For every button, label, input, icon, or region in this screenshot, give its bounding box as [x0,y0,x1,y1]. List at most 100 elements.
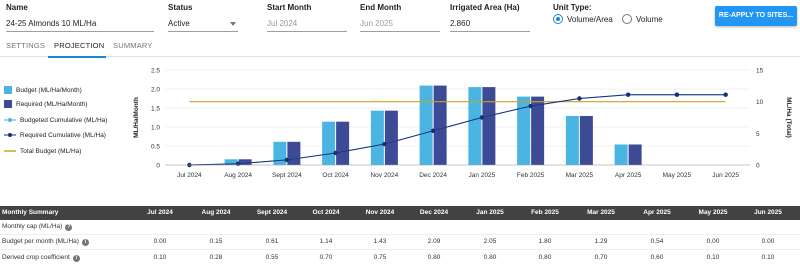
legend-item-total-budget[interactable]: Total Budget (ML/Ha) [4,147,81,155]
status-field[interactable]: Status Active [168,3,238,32]
table-cell: 1.29 [594,238,608,245]
projection-chart: 0 0.5 1.0 1.5 2.0 2.5 0 5 10 15 ML/Ha/Month ML/Ha (… [133,68,792,180]
table-header-row: Monthly Summary Jul 2024 Aug 2024 Sept 202… [0,206,800,220]
info-icon[interactable]: i [81,238,89,246]
column-header: Jan 2025 [476,209,504,216]
tab-projection[interactable]: PROJECTION [54,41,104,50]
name-field[interactable]: Name 24-25 Almonds 10 ML/Ha [6,3,154,32]
legend-item-required-cumulative[interactable]: Required Cumulative (ML/Ha) [4,131,106,139]
x-tick-label: Apr 2025 [615,172,642,179]
table-cell: 0.28 [209,254,223,261]
table-cell: 1.14 [319,238,333,245]
radio-unselected-icon [622,14,632,24]
column-header: Apr 2025 [643,209,671,216]
unit-type-field: Unit Type: [553,3,592,12]
table-cell: 0.75 [373,254,387,261]
bar-required [433,85,447,165]
table-cell: 0.54 [650,238,664,245]
required-cumulative-point [382,141,387,147]
y-tick-label: 2.0 [151,87,160,94]
column-header: Jun 2025 [754,209,782,216]
required-cumulative-point [479,115,485,120]
required-cumulative-point [625,92,631,97]
help-icon[interactable]: ? [65,223,73,231]
start-month-field[interactable]: Start Month Jul 2024 [267,3,347,32]
table-cell: 0.80 [483,254,497,261]
table-cell: 0.61 [265,238,279,245]
legend-label: Budgeted Cumulative (ML/Ha) [20,116,108,124]
reapply-to-sites-button[interactable]: RE-APPLY TO SITES... [715,6,797,26]
table-cell [741,220,795,234]
table-cell [407,220,461,234]
table-cell [630,220,684,234]
table-cell: 2.09 [427,238,441,245]
legend-line-swatch [4,133,16,137]
table-cell: 0.15 [209,238,223,245]
start-month-input[interactable]: Jul 2024 [267,17,347,32]
table-cell: 1.80 [538,238,552,245]
table-cell: 0.70 [319,254,333,261]
irrigated-area-label: Irrigated Area (Ha) [450,3,520,12]
table-cell: 0.80 [538,254,552,261]
tab-bar: SETTINGS PROJECTION SUMMARY [0,37,800,57]
table-cell: 0.55 [265,254,279,261]
unit-radio-volume[interactable]: Volume [622,14,663,24]
table-cell: 0.10 [706,254,720,261]
bar-required [238,159,252,165]
y-tick-label: 1.0 [151,125,160,132]
required-cumulative-point [284,157,290,163]
budgeted-cumulative-line [189,94,726,166]
table-cell [686,220,740,234]
irrigated-area-field[interactable]: Irrigated Area (Ha) 2.860 [450,3,530,32]
row-label: Budget per month (ML/Ha) [2,238,79,245]
column-header: Dec 2024 [419,209,449,216]
column-header: Jul 2024 [147,209,173,216]
required-cumulative-point [674,92,680,97]
end-month-input[interactable]: Jun 2025 [360,17,440,32]
irrigated-area-input[interactable]: 2.860 [450,17,530,32]
x-tick-label: Aug 2024 [224,172,252,179]
y2-tick-label: 5 [756,131,760,138]
table-cell [189,220,243,234]
bar-required [287,141,301,165]
y2-tick-label: 10 [756,99,764,106]
legend-label: Required (ML/Ha/Month) [16,100,88,108]
status-value: Active [168,19,190,28]
x-tick-label: Feb 2025 [517,172,545,179]
x-tick-label: Jul 2024 [177,172,202,179]
legend-item-required[interactable]: Required (ML/Ha/Month) [4,100,88,108]
row-label: Monthly cap (ML/Ha) [2,223,63,230]
bar-required [531,96,545,165]
tab-summary[interactable]: SUMMARY [113,41,153,50]
table-cell: 0.70 [594,254,608,261]
table-row-derived-crop-coefficient: Derived crop coefficient i 0.10 0.28 0.55 0… [0,251,800,265]
table-cell: 0.00 [153,238,167,245]
legend-label: Budget (ML/Ha/Month) [16,86,82,94]
unit-radio-volume-area[interactable]: Volume/Area [553,14,613,24]
legend-item-budget[interactable]: Budget (ML/Ha/Month) [4,86,82,94]
row-label: Derived crop coefficient [2,254,70,261]
table-cell: 0.00 [761,238,775,245]
name-input[interactable]: 24-25 Almonds 10 ML/Ha [6,17,154,32]
row-divider [0,249,800,250]
table-cell [463,220,517,234]
end-month-field[interactable]: End Month Jun 2025 [360,3,440,32]
start-month-label: Start Month [267,3,312,12]
end-month-label: End Month [360,3,402,12]
legend-label: Required Cumulative (ML/Ha) [20,131,106,139]
info-icon[interactable]: i [72,254,80,262]
table-row-budget-per-month: Budget per month (ML/Ha) i 0.00 0.15 0.61 1… [0,235,800,249]
unit-type-label: Unit Type: [553,3,592,12]
table-cell: 0.10 [761,254,775,261]
y-tick-label: 0.5 [151,144,160,151]
legend-label: Total Budget (ML/Ha) [20,147,82,155]
required-cumulative-point [333,150,338,156]
x-tick-label: Jun 2025 [712,172,739,179]
status-select[interactable]: Active [168,17,238,32]
table-cell: 0.00 [706,238,720,245]
y-tick-label: 1.5 [151,106,160,113]
y-axis-label: ML/Ha/Month [133,97,140,138]
tab-settings[interactable]: SETTINGS [6,41,45,50]
site-settings-header: Name 24-25 Almonds 10 ML/Ha Status Activ… [0,0,800,34]
legend-item-budgeted-cumulative[interactable]: Budgeted Cumulative (ML/Ha) [4,116,107,124]
